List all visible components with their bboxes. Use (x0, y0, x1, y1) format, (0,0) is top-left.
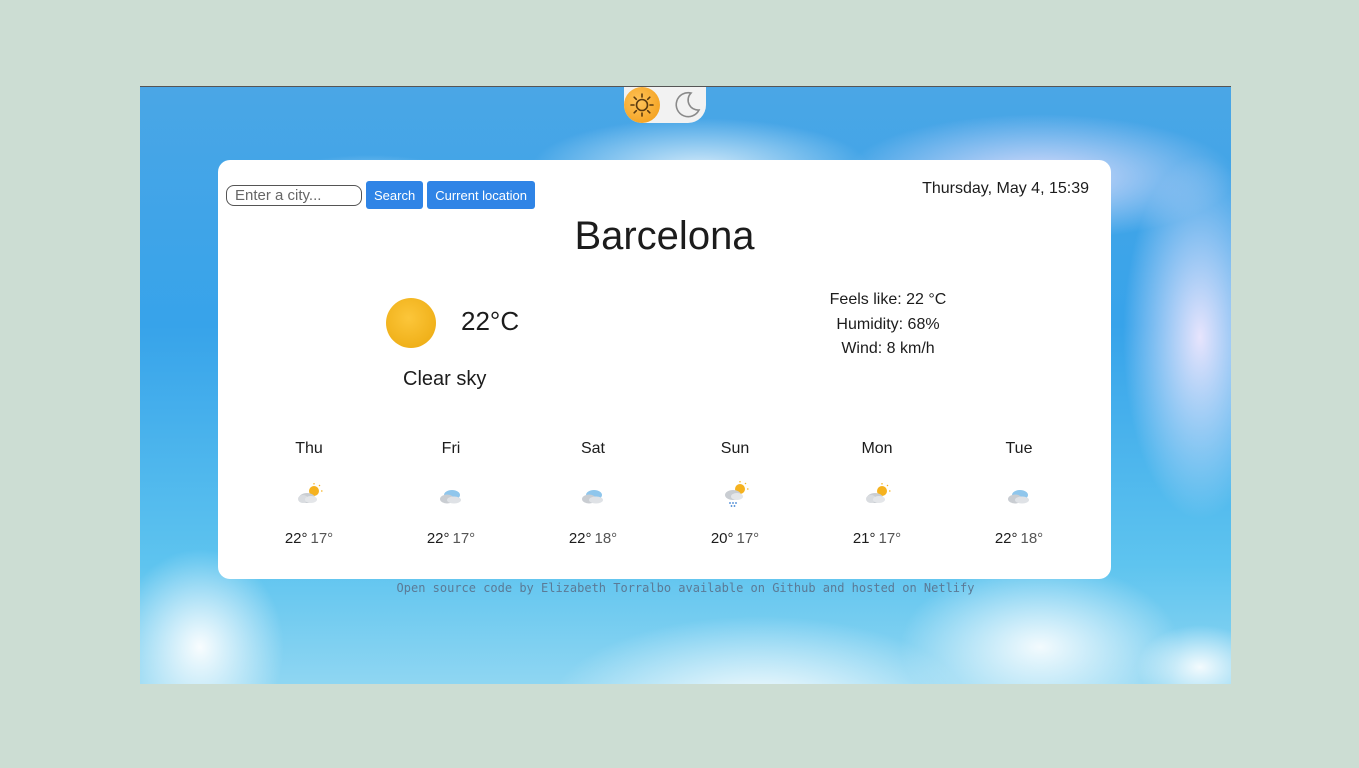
search-form: Search Current location (226, 181, 535, 209)
humidity: Humidity: 68% (836, 315, 940, 333)
weather-details: Feels like: 22 °C Humidity: 68% Wind: 8 … (808, 288, 968, 362)
forecast-day: Fri 22° 17° (380, 440, 522, 547)
footer-credit: Open source code by Elizabeth Torralbo a… (396, 581, 975, 595)
app-viewport: Search Current location Thursday, May 4,… (140, 86, 1231, 684)
forecast-min-temp: 17° (736, 530, 760, 547)
forecast-temps: 22° 17° (285, 530, 333, 547)
forecast-day-name: Mon (861, 440, 893, 457)
forecast-day-name: Tue (1005, 440, 1033, 457)
clear-sky-icon (386, 298, 436, 348)
sun-rain-icon (725, 481, 749, 507)
forecast-max-temp: 21° (852, 530, 876, 547)
current-location-button[interactable]: Current location (427, 181, 535, 209)
forecast: Thu 22° 17° Fri 22° 17° Sat 22° 18° Sun … (238, 440, 1090, 547)
forecast-day: Sat 22° 18° (522, 440, 664, 547)
forecast-day: Sun 20° 17° (664, 440, 806, 547)
search-button[interactable]: Search (366, 181, 424, 209)
forecast-temps: 22° 17° (427, 530, 475, 547)
forecast-max-temp: 20° (710, 530, 734, 547)
forecast-day-name: Thu (295, 440, 323, 457)
forecast-max-temp: 22° (426, 530, 450, 547)
forecast-day-name: Fri (441, 440, 461, 457)
moon-icon[interactable] (670, 88, 704, 122)
forecast-min-temp: 18° (594, 530, 618, 547)
forecast-day: Tue 22° 18° (948, 440, 1090, 547)
forecast-day-name: Sun (720, 440, 750, 457)
sun-icon[interactable] (624, 87, 660, 123)
forecast-temps: 22° 18° (995, 530, 1043, 547)
cloudy-icon (440, 490, 461, 504)
cloudy-icon (582, 490, 603, 504)
weather-card: Search Current location Thursday, May 4,… (218, 160, 1111, 579)
forecast-min-temp: 17° (310, 530, 334, 547)
forecast-temps: 21° 17° (853, 530, 901, 547)
partly-cloudy-icon (866, 483, 891, 503)
forecast-min-temp: 17° (452, 530, 476, 547)
forecast-day-name: Sat (580, 440, 605, 457)
theme-toggle[interactable] (624, 87, 706, 123)
forecast-day: Thu 22° 17° (238, 440, 380, 547)
current-date: Thursday, May 4, 15:39 (922, 180, 1089, 197)
current-temperature: 22°C (461, 306, 520, 336)
forecast-max-temp: 22° (284, 530, 308, 547)
forecast-temps: 20° 17° (711, 530, 759, 547)
forecast-max-temp: 22° (994, 530, 1018, 547)
forecast-temps: 22° 18° (569, 530, 617, 547)
forecast-day: Mon 21° 17° (806, 440, 948, 547)
weather-description: Clear sky (403, 368, 487, 390)
forecast-max-temp: 22° (568, 530, 592, 547)
partly-cloudy-icon (298, 483, 323, 503)
city-search-input[interactable] (226, 184, 362, 206)
cloudy-icon (1008, 490, 1029, 504)
feels-like: Feels like: 22 °C (829, 291, 947, 308)
city-name: Barcelona (574, 214, 755, 258)
forecast-min-temp: 17° (878, 530, 902, 547)
wind-speed: Wind: 8 km/h (841, 340, 935, 357)
forecast-min-temp: 18° (1020, 530, 1044, 547)
